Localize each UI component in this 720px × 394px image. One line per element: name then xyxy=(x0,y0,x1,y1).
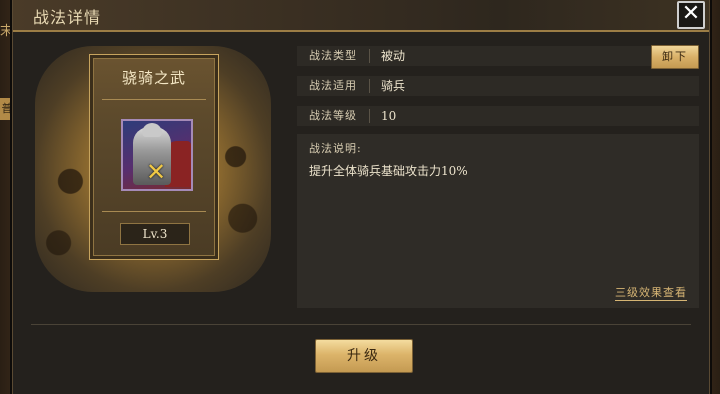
info-row-applicable: 战法适用 骑兵 xyxy=(297,76,699,96)
dialog-titlebar: 战法详情 ✕ xyxy=(13,0,709,32)
upgrade-button[interactable]: 升级 xyxy=(315,339,413,373)
info-row-label: 战法类型 xyxy=(309,49,357,62)
row-separator xyxy=(369,49,370,63)
info-row-type: 战法类型 被动 卸下 xyxy=(297,45,699,69)
view-level3-effect-link[interactable]: 三级效果查看 xyxy=(615,284,687,301)
footer-divider xyxy=(31,324,691,325)
info-row-label: 战法等级 xyxy=(309,109,357,122)
info-row-level: 战法等级 10 xyxy=(297,106,699,126)
description-title: 战法说明: xyxy=(309,142,362,155)
info-row-value: 10 xyxy=(381,109,397,123)
row-separator xyxy=(369,109,370,123)
skill-name: 骁骑之武 xyxy=(121,69,186,87)
skill-portrait: ✕ xyxy=(121,119,193,191)
row-separator xyxy=(369,79,370,93)
skill-card: 骁骑之武 ✕ Lv.3 xyxy=(89,54,219,260)
dialog-title: 战法详情 xyxy=(33,8,102,27)
skill-detail-dialog: 战法详情 ✕ 骁骑之武 ✕ Lv.3 战法类型 被动 卸下 战法适用 骑兵 战法… xyxy=(12,0,710,394)
close-button[interactable]: ✕ xyxy=(677,1,705,29)
unequip-button[interactable]: 卸下 xyxy=(651,45,699,69)
info-row-value: 被动 xyxy=(381,49,406,63)
crossed-swords-icon: ✕ xyxy=(145,158,167,186)
skill-level-badge: Lv.3 xyxy=(120,223,190,245)
info-row-value: 骑兵 xyxy=(381,79,406,93)
description-text: 提升全体骑兵基础攻击力10% xyxy=(309,164,468,178)
skill-description-panel: 战法说明: 提升全体骑兵基础攻击力10% 三级效果查看 xyxy=(297,134,699,308)
card-divider xyxy=(102,99,206,100)
info-row-label: 战法适用 xyxy=(309,79,357,92)
helmet-illustration xyxy=(142,123,162,137)
card-divider xyxy=(102,211,206,212)
